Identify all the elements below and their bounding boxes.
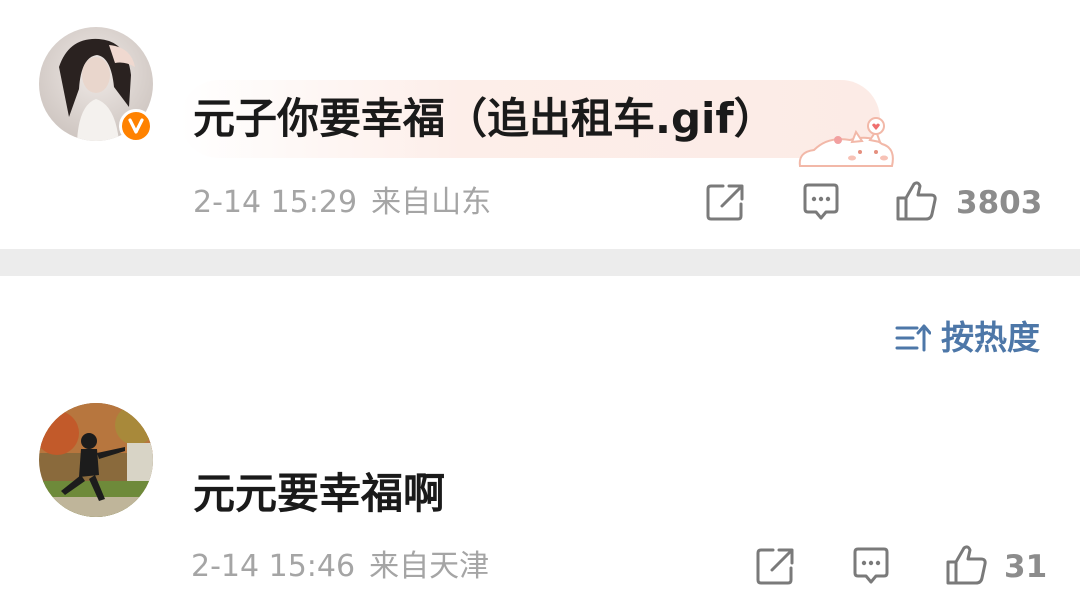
comment-meta: 2-14 15:46 来自天津 <box>191 549 489 585</box>
like-count: 31 <box>1004 549 1048 585</box>
sort-label: 按热度 <box>941 318 1040 357</box>
comment-icon[interactable] <box>849 544 893 588</box>
comment-time: 2-14 15:46 <box>191 549 356 584</box>
verified-badge-icon <box>119 109 153 143</box>
comment-meta: 2-14 15:29 来自山东 <box>193 185 491 221</box>
comment-item-2: 元元要幸福啊 2-14 15:46 来自天津 31 <box>0 380 1080 599</box>
like-icon[interactable] <box>944 542 990 588</box>
sort-by-heat-button[interactable]: 按热度 <box>895 318 1040 358</box>
comment-item-1: 元子你要幸福（追出租车.gif） 2-14 15:29 来自山东 3803 <box>0 0 1080 249</box>
comment-text: 元子你要幸福（追出租车.gif） <box>193 94 776 143</box>
like-count: 3803 <box>956 185 1043 221</box>
sort-icon <box>895 324 931 352</box>
comment-icon[interactable] <box>799 180 843 224</box>
comment-text: 元元要幸福啊 <box>193 469 446 518</box>
comment-location: 来自山东 <box>371 185 492 220</box>
commenter-avatar-2[interactable] <box>39 403 153 517</box>
section-divider <box>0 249 1080 276</box>
comment-location: 来自天津 <box>369 549 490 584</box>
comment-time: 2-14 15:29 <box>193 185 358 220</box>
cat-sticker-icon <box>798 117 894 167</box>
share-icon[interactable] <box>703 180 747 224</box>
like-icon[interactable] <box>894 178 940 224</box>
share-icon[interactable] <box>753 544 797 588</box>
